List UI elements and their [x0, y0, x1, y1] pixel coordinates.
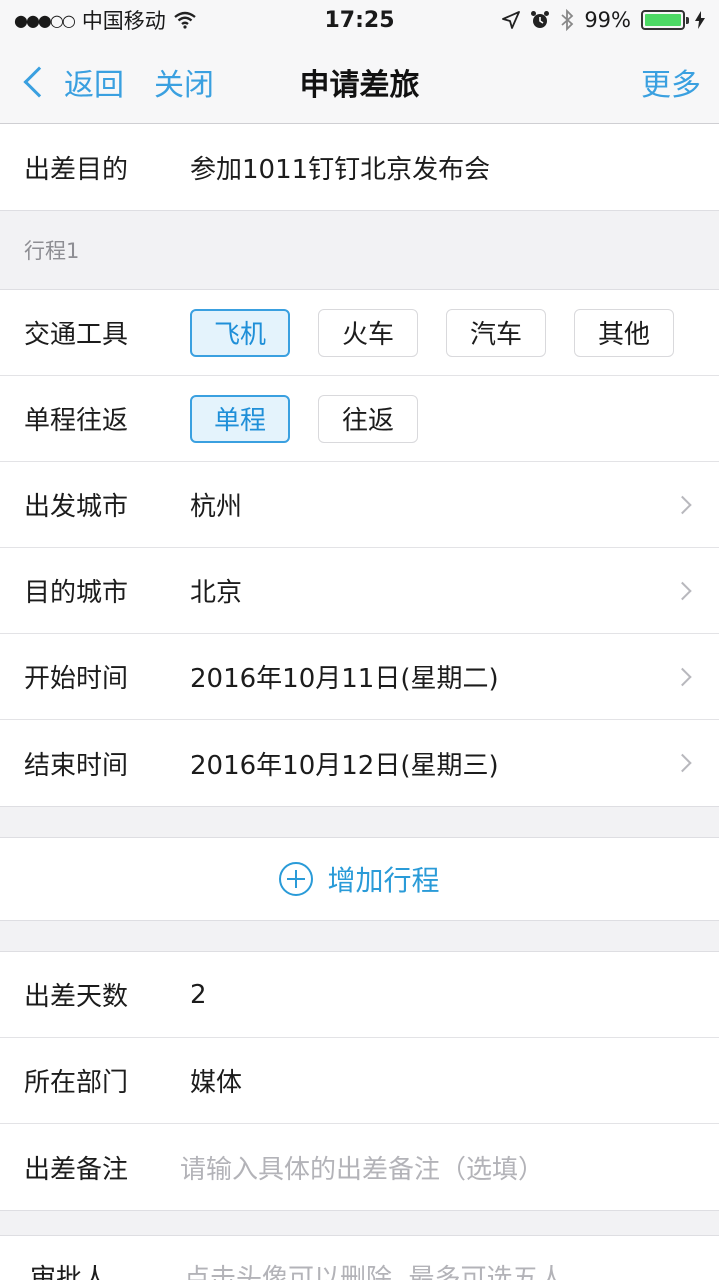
- back-chevron-icon: [23, 65, 55, 98]
- more-button[interactable]: 更多: [641, 60, 701, 104]
- start-time-label: 开始时间: [24, 664, 129, 694]
- transport-option-car[interactable]: 汽车: [446, 308, 546, 357]
- battery-icon: [641, 10, 689, 30]
- approver-label: 审批人: [30, 1264, 109, 1280]
- purpose-row[interactable]: 出差目的 参加1011钉钉北京发布会: [0, 124, 719, 210]
- battery-level-fill: [645, 14, 681, 26]
- charging-bolt-icon: [695, 11, 705, 29]
- transport-option-plane[interactable]: 飞机: [190, 308, 290, 357]
- close-button[interactable]: 关闭: [154, 60, 214, 104]
- end-time-value: 2016年10月12日(星期三): [190, 750, 499, 781]
- departure-city-row[interactable]: 出发城市 杭州: [0, 462, 719, 548]
- transport-row: 交通工具 飞机 火车 汽车 其他: [0, 290, 719, 376]
- add-itinerary-group: 增加行程: [0, 837, 719, 921]
- trip-type-option-round-trip[interactable]: 往返: [318, 394, 418, 443]
- transport-label: 交通工具: [24, 320, 129, 350]
- itinerary-group: 交通工具 飞机 火车 汽车 其他 单程往返 单程 往返 出发城市 杭州 目的城市…: [0, 289, 719, 807]
- summary-group: 出差天数 2 所在部门 媒体 出差备注 请输入具体的出差备注（选填）: [0, 951, 719, 1211]
- start-time-row[interactable]: 开始时间 2016年10月11日(星期二): [0, 634, 719, 720]
- purpose-group: 出差目的 参加1011钉钉北京发布会: [0, 124, 719, 211]
- transport-option-train[interactable]: 火车: [318, 308, 418, 357]
- signal-strength-icon: ●●●○○: [14, 10, 76, 30]
- approver-group: 审批人 点击头像可以删除, 最多可选五人: [0, 1235, 719, 1280]
- end-time-label: 结束时间: [24, 750, 129, 781]
- transport-options: 飞机 火车 汽车 其他: [190, 308, 674, 357]
- trip-days-value: 2: [190, 979, 207, 1010]
- department-row[interactable]: 所在部门 媒体: [0, 1038, 719, 1124]
- trip-type-label: 单程往返: [24, 406, 129, 436]
- trip-type-options: 单程 往返: [190, 394, 418, 443]
- add-itinerary-button[interactable]: 增加行程: [0, 838, 719, 920]
- trip-days-label: 出差天数: [24, 982, 129, 1012]
- status-bar: ●●●○○ 中国移动 17:25 99%: [0, 0, 719, 40]
- end-time-row[interactable]: 结束时间 2016年10月12日(星期三): [0, 720, 719, 806]
- section-spacer: [0, 921, 719, 951]
- chevron-right-icon: [673, 753, 692, 773]
- section-spacer: [0, 807, 719, 837]
- section-spacer: [0, 1211, 719, 1235]
- itinerary-header: 行程1: [0, 211, 719, 289]
- back-label: 返回: [64, 67, 124, 103]
- departure-city-label: 出发城市: [24, 492, 129, 522]
- plus-circle-icon: [279, 862, 314, 896]
- chevron-right-icon: [673, 667, 692, 686]
- start-time-value: 2016年10月11日(星期二): [190, 664, 499, 694]
- remark-row[interactable]: 出差备注 请输入具体的出差备注（选填）: [0, 1124, 719, 1210]
- departure-city-value: 杭州: [190, 492, 243, 522]
- wifi-icon: [174, 11, 196, 29]
- location-arrow-icon: [502, 11, 521, 29]
- approver-hint: 点击头像可以删除, 最多可选五人: [184, 1264, 565, 1280]
- destination-city-value: 北京: [190, 578, 243, 608]
- carrier-name: 中国移动: [81, 9, 166, 33]
- purpose-label: 出差目的: [24, 154, 129, 185]
- navigation-bar: 返回 关闭 申请差旅 更多: [0, 40, 719, 124]
- battery-percent: 99%: [584, 8, 631, 32]
- trip-days-row: 出差天数 2: [0, 952, 719, 1038]
- trip-type-option-one-way[interactable]: 单程: [190, 394, 290, 443]
- remark-input[interactable]: 请输入具体的出差备注（选填）: [180, 1149, 544, 1186]
- add-itinerary-label: 增加行程: [327, 864, 440, 897]
- back-button[interactable]: 返回: [18, 60, 124, 104]
- chevron-right-icon: [673, 581, 692, 600]
- approver-row[interactable]: 审批人 点击头像可以删除, 最多可选五人: [0, 1236, 719, 1280]
- bluetooth-icon: [561, 9, 574, 31]
- transport-option-other[interactable]: 其他: [574, 308, 674, 357]
- trip-type-row: 单程往返 单程 往返: [0, 376, 719, 462]
- department-value: 媒体: [190, 1068, 243, 1098]
- purpose-value[interactable]: 参加1011钉钉北京发布会: [190, 149, 490, 186]
- destination-city-row[interactable]: 目的城市 北京: [0, 548, 719, 634]
- destination-city-label: 目的城市: [24, 578, 129, 608]
- department-label: 所在部门: [24, 1068, 129, 1098]
- remark-label: 出差备注: [24, 1154, 129, 1185]
- chevron-right-icon: [673, 495, 692, 514]
- alarm-icon: [531, 11, 550, 28]
